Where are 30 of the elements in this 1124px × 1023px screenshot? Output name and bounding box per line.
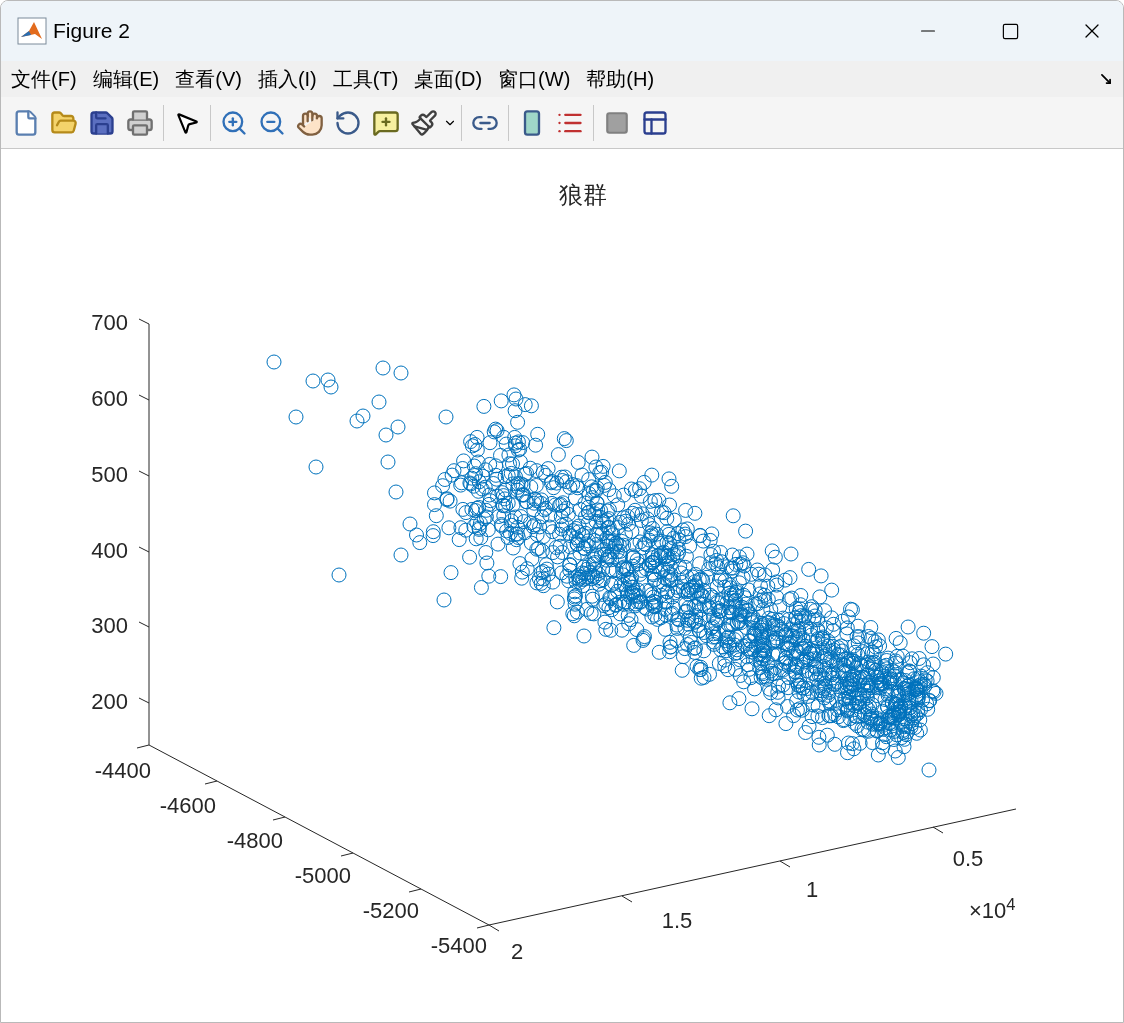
menu-item[interactable]: 帮助(H) — [586, 64, 655, 94]
menu-item[interactable]: 工具(T) — [332, 64, 399, 94]
dock-arrow-icon[interactable] — [1099, 72, 1113, 86]
x-exponent-label: ×10$^{4}$ — [969, 894, 1016, 925]
y-tick-label: -4800 — [226, 828, 283, 853]
menu-item[interactable]: 插入(I) — [257, 64, 317, 94]
z-tick-label: 600 — [91, 386, 128, 411]
menu-item[interactable]: 窗口(W) — [498, 64, 571, 94]
menu-item[interactable]: 桌面(D) — [414, 64, 483, 94]
plot-title: 狼群 — [559, 181, 607, 208]
y-tick-label: -5400 — [430, 933, 487, 958]
z-tick-label: 700 — [91, 310, 128, 335]
x-tick-label: 1 — [805, 877, 819, 902]
y-tick-label: -5000 — [294, 863, 351, 888]
z-tick-label: 500 — [91, 462, 128, 487]
menu-item[interactable]: 查看(V) — [175, 64, 242, 94]
menu-item[interactable]: 文件(F) — [11, 64, 77, 94]
maximize-icon[interactable] — [1000, 21, 1020, 41]
y-tick-label: -4400 — [94, 758, 151, 783]
y-tick-label: -4600 — [159, 793, 216, 818]
z-tick-label: 400 — [91, 538, 128, 563]
x-tick-label: 2 — [510, 939, 524, 964]
z-tick-label: 200 — [91, 689, 128, 714]
y-tick-label: -5200 — [362, 898, 419, 923]
window-title: Figure 2 — [53, 18, 131, 45]
x-tick-label: 0.5 — [952, 846, 984, 871]
z-tick-label: 300 — [91, 613, 128, 638]
matlab-logo-icon — [17, 17, 47, 45]
x-tick-label: 1.5 — [661, 908, 693, 933]
menu-item[interactable]: 编辑(E) — [92, 64, 160, 94]
